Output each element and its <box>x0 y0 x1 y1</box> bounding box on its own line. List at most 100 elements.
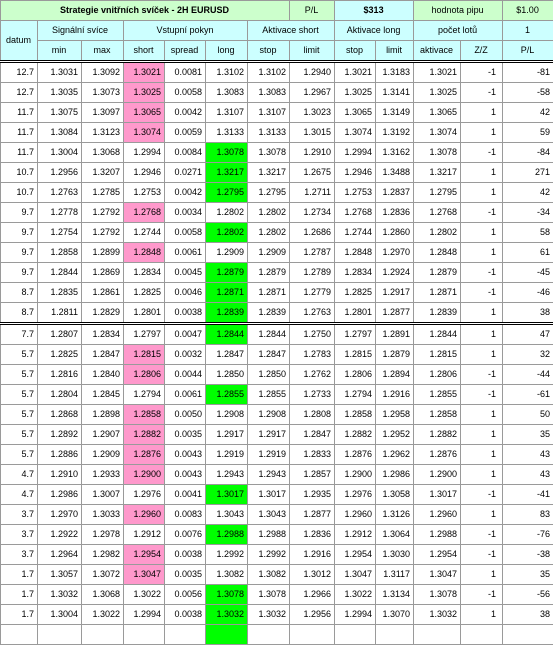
long-cell[interactable]: 1.3043 <box>206 505 248 525</box>
date-cell[interactable]: 11.7 <box>1 123 38 143</box>
spread-cell[interactable]: 0.0034 <box>165 203 206 223</box>
max-cell[interactable]: 1.3092 <box>82 62 124 83</box>
max-cell[interactable]: 1.2982 <box>82 545 124 565</box>
short-limit-cell[interactable]: 1.2779 <box>290 283 335 303</box>
long-stop-cell[interactable]: 1.2806 <box>335 365 376 385</box>
spread-cell[interactable]: 0.0047 <box>165 324 206 345</box>
short-cell[interactable]: 1.2882 <box>124 425 165 445</box>
zz-cell[interactable]: 1 <box>461 223 503 243</box>
spread-cell[interactable]: 0.0035 <box>165 425 206 445</box>
activation-cell[interactable]: 1.2960 <box>414 505 461 525</box>
min-cell[interactable]: 1.3035 <box>38 83 82 103</box>
zz-cell[interactable]: 1 <box>461 103 503 123</box>
spread-cell[interactable]: 0.0059 <box>165 123 206 143</box>
short-limit-cell[interactable]: 1.2808 <box>290 405 335 425</box>
spread-cell[interactable]: 0.0271 <box>165 163 206 183</box>
long-cell[interactable]: 1.2988 <box>206 525 248 545</box>
max-cell[interactable]: 1.2861 <box>82 283 124 303</box>
activation-cell[interactable]: 1.3074 <box>414 123 461 143</box>
zz-cell[interactable]: 1 <box>461 303 503 324</box>
col-long-stop-header[interactable]: stop <box>335 41 376 62</box>
activation-cell[interactable]: 1.2795 <box>414 183 461 203</box>
activation-cell[interactable]: 1.2806 <box>414 365 461 385</box>
max-cell[interactable]: 1.2909 <box>82 445 124 465</box>
short-cell[interactable]: 1.2946 <box>124 163 165 183</box>
pl-cell[interactable]: 38 <box>503 303 553 324</box>
date-cell[interactable]: 1.7 <box>1 605 38 625</box>
pl-cell[interactable]: -76 <box>503 525 553 545</box>
col-short-limit-header[interactable]: limit <box>290 41 335 62</box>
entry-order-group-header[interactable]: Vstupní pokyn <box>124 21 248 41</box>
activation-cell[interactable]: 1.3065 <box>414 103 461 123</box>
long-stop-cell[interactable]: 1.2954 <box>335 545 376 565</box>
short-limit-cell[interactable]: 1.2833 <box>290 445 335 465</box>
min-cell[interactable]: 1.2886 <box>38 445 82 465</box>
signal-candle-group-header[interactable]: Signální svíce <box>38 21 124 41</box>
min-cell[interactable]: 1.2922 <box>38 525 82 545</box>
date-cell[interactable]: 12.7 <box>1 83 38 103</box>
zz-cell[interactable]: -1 <box>461 203 503 223</box>
long-cell[interactable]: 1.2871 <box>206 283 248 303</box>
zz-cell[interactable]: 1 <box>461 505 503 525</box>
short-cell[interactable]: 1.2806 <box>124 365 165 385</box>
col-max-header[interactable]: max <box>82 41 124 62</box>
long-limit-cell[interactable]: 1.3117 <box>376 565 414 585</box>
date-cell[interactable]: 7.7 <box>1 324 38 345</box>
zz-cell[interactable]: 1 <box>461 605 503 625</box>
short-stop-cell[interactable]: 1.2802 <box>248 223 290 243</box>
short-stop-cell[interactable]: 1.3082 <box>248 565 290 585</box>
max-cell[interactable]: 1.3033 <box>82 505 124 525</box>
activation-cell[interactable]: 1.2802 <box>414 223 461 243</box>
long-cell[interactable]: 1.2847 <box>206 345 248 365</box>
short-cell[interactable]: 1.3022 <box>124 585 165 605</box>
max-cell[interactable]: 1.2792 <box>82 203 124 223</box>
activation-cell[interactable]: 1.3078 <box>414 585 461 605</box>
short-limit-cell[interactable]: 1.2857 <box>290 465 335 485</box>
zz-cell[interactable]: -1 <box>461 263 503 283</box>
long-cell[interactable]: 1.2919 <box>206 445 248 465</box>
short-cell[interactable]: 1.3074 <box>124 123 165 143</box>
short-cell[interactable]: 1.2801 <box>124 303 165 324</box>
zz-cell[interactable]: 1 <box>461 163 503 183</box>
short-limit-cell[interactable]: 1.2877 <box>290 505 335 525</box>
short-cell[interactable]: 1.2768 <box>124 203 165 223</box>
pl-cell[interactable]: -81 <box>503 62 553 83</box>
min-cell[interactable]: 1.3004 <box>38 605 82 625</box>
long-cell[interactable]: 1.2879 <box>206 263 248 283</box>
date-cell[interactable]: 8.7 <box>1 283 38 303</box>
lots-label[interactable]: počet lotů <box>414 21 503 41</box>
spread-cell[interactable]: 0.0038 <box>165 303 206 324</box>
long-stop-cell[interactable]: 1.2834 <box>335 263 376 283</box>
long-stop-cell[interactable]: 1.2994 <box>335 605 376 625</box>
activation-cell[interactable]: 1.3078 <box>414 143 461 163</box>
zz-cell[interactable]: 1 <box>461 345 503 365</box>
short-stop-cell[interactable]: 1.2850 <box>248 365 290 385</box>
activation-cell[interactable]: 1.3217 <box>414 163 461 183</box>
zz-cell[interactable]: -1 <box>461 143 503 163</box>
short-cell[interactable] <box>124 625 165 645</box>
min-cell[interactable]: 1.2986 <box>38 485 82 505</box>
short-limit-cell[interactable]: 1.2836 <box>290 525 335 545</box>
max-cell[interactable]: 1.3207 <box>82 163 124 183</box>
min-cell[interactable]: 1.2964 <box>38 545 82 565</box>
short-limit-cell[interactable]: 1.2711 <box>290 183 335 203</box>
long-stop-cell[interactable]: 1.2912 <box>335 525 376 545</box>
long-stop-cell[interactable]: 1.3022 <box>335 585 376 605</box>
zz-cell[interactable]: 1 <box>461 565 503 585</box>
long-limit-cell[interactable]: 1.3070 <box>376 605 414 625</box>
activation-cell[interactable] <box>414 625 461 645</box>
long-cell[interactable]: 1.2855 <box>206 385 248 405</box>
short-stop-cell[interactable]: 1.2943 <box>248 465 290 485</box>
pl-cell[interactable]: 83 <box>503 505 553 525</box>
min-cell[interactable]: 1.2804 <box>38 385 82 405</box>
long-cell[interactable]: 1.2909 <box>206 243 248 263</box>
date-cell[interactable]: 5.7 <box>1 385 38 405</box>
short-stop-cell[interactable]: 1.2917 <box>248 425 290 445</box>
activation-cell[interactable]: 1.2882 <box>414 425 461 445</box>
max-cell[interactable]: 1.2785 <box>82 183 124 203</box>
short-stop-cell[interactable]: 1.2839 <box>248 303 290 324</box>
long-cell[interactable]: 1.2844 <box>206 324 248 345</box>
activation-cell[interactable]: 1.3021 <box>414 62 461 83</box>
short-cell[interactable]: 1.2912 <box>124 525 165 545</box>
spread-cell[interactable]: 0.0076 <box>165 525 206 545</box>
